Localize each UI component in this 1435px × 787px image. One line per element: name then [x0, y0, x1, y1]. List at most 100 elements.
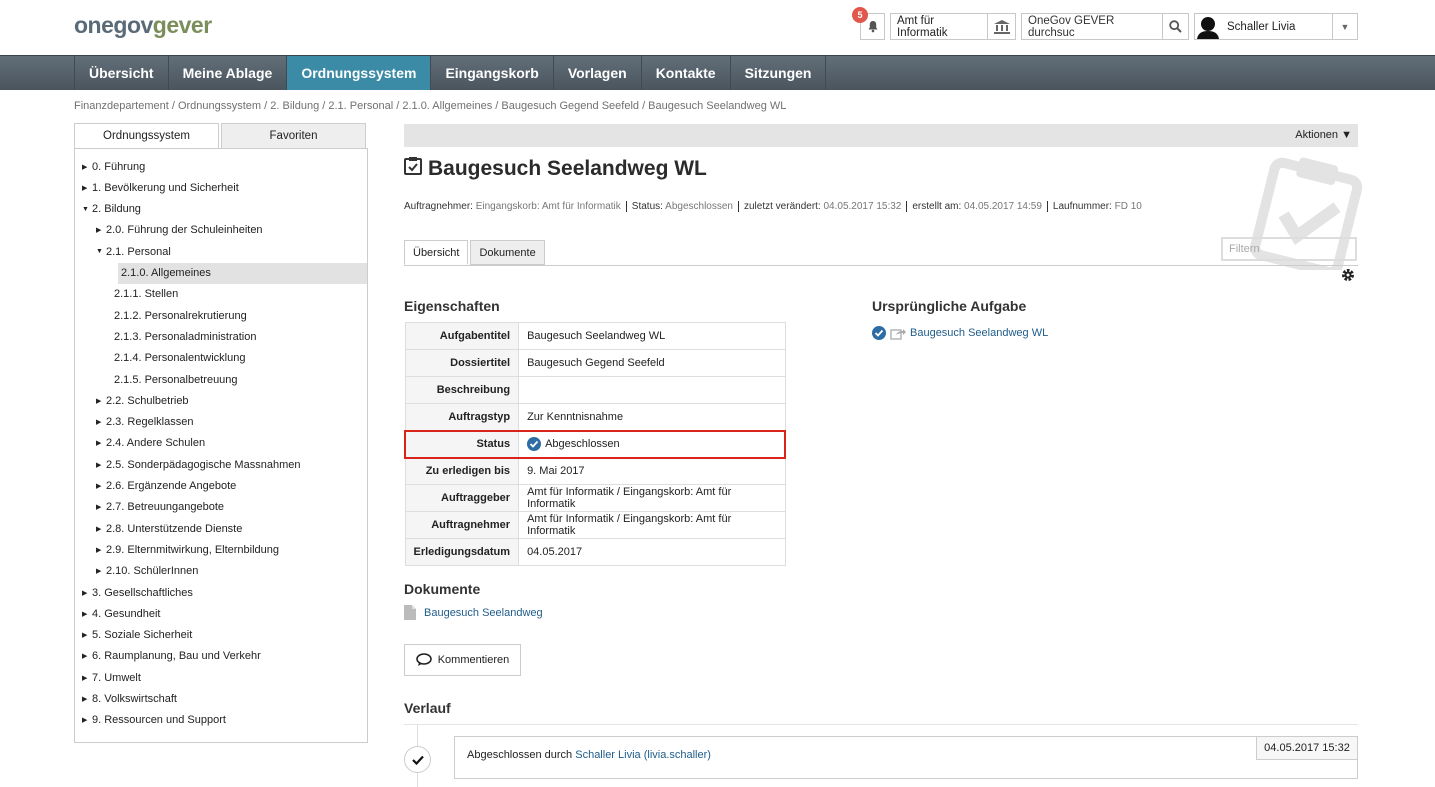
tree-node[interactable]: ▶ 6. Raumplanung, Bau und Verkehr	[82, 646, 261, 667]
tree-node[interactable]: ▶ 9. Ressourcen und Support	[82, 710, 226, 731]
actions-menu[interactable]: Aktionen ▼	[1295, 129, 1352, 141]
caret-right-icon[interactable]: ▶	[82, 163, 92, 171]
property-row: Aufgabentitel Baugesuch Seelandweg WL	[404, 322, 786, 350]
property-row: Dossiertitel Baugesuch Gegend Seefeld	[404, 349, 786, 377]
tree-node[interactable]: ▶ 2.9. Elternmitwirkung, Elternbildung	[96, 539, 279, 560]
tree-node[interactable]: 2.1.4. Personalentwicklung	[114, 348, 245, 369]
nav-item[interactable]: Vorlagen	[554, 56, 642, 90]
tree-node[interactable]: ▶ 2.6. Ergänzende Angebote	[96, 476, 236, 497]
property-key: Beschreibung	[404, 376, 520, 404]
properties-table: Aufgabentitel Baugesuch Seelandweg WL Doss…	[404, 322, 787, 566]
caret-right-icon[interactable]: ▶	[96, 439, 106, 447]
tab-favoriten[interactable]: Favoriten	[221, 123, 366, 149]
history-entry-text: Abgeschlossen durch Schaller Livia (livi…	[467, 749, 711, 761]
org-unit-selector[interactable]: Amt für Informatik	[890, 13, 1016, 40]
caret-down-icon[interactable]: ▼	[82, 206, 92, 213]
task-title: Baugesuch Seelandweg WL	[428, 156, 707, 180]
tree-node[interactable]: ▶ 7. Umwelt	[82, 667, 141, 688]
tree-node[interactable]: ▶ 2.3. Regelklassen	[96, 412, 193, 433]
tab-dokumente[interactable]: Dokumente	[470, 240, 545, 265]
caret-right-icon[interactable]: ▶	[96, 397, 106, 405]
tree-node[interactable]: 2.1.5. Personalbetreuung	[114, 369, 238, 390]
caret-right-icon[interactable]: ▶	[96, 461, 106, 469]
avatar	[1195, 14, 1221, 39]
history-user-link[interactable]: Schaller Livia (livia.schaller)	[575, 749, 711, 761]
tree-node[interactable]: ▶ 2.5. Sonderpädagogische Massnahmen	[96, 454, 300, 475]
property-key: Zu erledigen bis	[404, 457, 520, 485]
property-key: Auftragstyp	[404, 403, 520, 431]
tree-node[interactable]: 2.1.3. Personaladministration	[114, 326, 256, 347]
tab-uebersicht[interactable]: Übersicht	[404, 240, 469, 265]
tree-node[interactable]: ▶ 2.4. Andere Schulen	[96, 433, 205, 454]
caret-down-icon[interactable]: ▼	[96, 248, 106, 255]
caret-right-icon[interactable]: ▶	[82, 695, 92, 703]
document-link[interactable]: Baugesuch Seelandweg	[424, 607, 543, 619]
tree-node[interactable]: ▶ 3. Gesellschaftliches	[82, 582, 193, 603]
tree-node-label: 2.1.1. Stellen	[114, 288, 179, 301]
tab-ordnungssystem[interactable]: Ordnungssystem	[74, 123, 219, 149]
chevron-down-icon[interactable]: ▼	[1332, 14, 1357, 39]
search-input[interactable]: OneGov GEVER durchsuc	[1022, 15, 1162, 39]
history-heading: Verlauf	[404, 700, 451, 716]
comment-button[interactable]: Kommentieren	[404, 644, 521, 676]
gear-icon[interactable]	[1341, 268, 1355, 285]
caret-right-icon[interactable]: ▶	[96, 418, 106, 426]
caret-right-icon[interactable]: ▶	[96, 567, 106, 575]
nav-item[interactable]: Ordnungssystem	[287, 56, 432, 90]
nav-item[interactable]: Kontakte	[642, 56, 731, 90]
caret-right-icon[interactable]: ▶	[82, 184, 92, 192]
nav-item[interactable]: Sitzungen	[731, 56, 827, 90]
main-navigation: Übersicht Meine Ablage Ordnungssystem Einga…	[0, 55, 1435, 90]
tree-node[interactable]: ▼ 2. Bildung	[82, 199, 141, 220]
header: onegovgever 5 Amt für Informatik OneGov …	[0, 0, 1435, 55]
caret-right-icon[interactable]: ▶	[82, 610, 92, 618]
tree-node[interactable]: 2.1.0. Allgemeines	[118, 262, 367, 284]
tree-node-label: 2.6. Ergänzende Angebote	[106, 480, 237, 492]
caret-right-icon[interactable]: ▶	[82, 716, 92, 724]
search-box[interactable]: OneGov GEVER durchsuc	[1021, 13, 1189, 40]
tree-node[interactable]: 2.1.2. Personalrekrutierung	[114, 305, 247, 326]
tree-node[interactable]: ▶ 1. Bevölkerung und Sicherheit	[82, 177, 239, 198]
user-menu[interactable]: Schaller Livia ▼	[1194, 13, 1358, 40]
property-row: Beschreibung	[404, 376, 786, 404]
property-row: Auftraggeber Amt für Informatik / Eingang…	[404, 484, 786, 512]
search-icon[interactable]	[1162, 14, 1188, 39]
property-key: Dossiertitel	[404, 349, 520, 377]
breadcrumb[interactable]: Finanzdepartement / Ordnungssystem / 2. …	[74, 100, 786, 112]
comment-button-label: Kommentieren	[437, 654, 510, 666]
notifications-button[interactable]: 5	[852, 7, 885, 40]
caret-right-icon[interactable]: ▶	[82, 674, 92, 682]
caret-right-icon[interactable]: ▶	[96, 482, 106, 490]
document-icon	[404, 605, 416, 620]
tree-node[interactable]: ▶ 2.2. Schulbetrieb	[96, 390, 189, 411]
caret-right-icon[interactable]: ▶	[96, 503, 106, 511]
caret-right-icon[interactable]: ▶	[96, 546, 106, 554]
caret-right-icon[interactable]: ▶	[82, 652, 92, 660]
tree-node[interactable]: ▶ 0. Führung	[82, 156, 145, 177]
tree-node[interactable]: ▶ 8. Volkswirtschaft	[82, 689, 177, 710]
tree-node-label: 2.1.3. Personaladministration	[114, 330, 257, 343]
tree-node[interactable]: ▶ 4. Gesundheit	[82, 603, 161, 624]
nav-item[interactable]: Eingangskorb	[431, 56, 554, 90]
caret-right-icon[interactable]: ▶	[96, 226, 106, 234]
tree-node[interactable]: 2.1.1. Stellen	[114, 284, 178, 305]
original-task-link[interactable]: Baugesuch Seelandweg WL	[910, 327, 1048, 339]
properties-heading: Eigenschaften	[404, 298, 500, 314]
meta-item: Laufnummer: FD 10	[1046, 201, 1147, 212]
caret-right-icon[interactable]: ▶	[82, 589, 92, 597]
tree-node[interactable]: ▶ 2.8. Unterstützende Dienste	[96, 518, 242, 539]
tree-node[interactable]: ▼ 2.1. Personal	[96, 241, 171, 262]
caret-right-icon[interactable]: ▶	[96, 525, 106, 533]
nav-item[interactable]: Meine Ablage	[169, 56, 288, 90]
tree-node[interactable]: ▶ 2.0. Führung der Schuleinheiten	[96, 220, 263, 241]
tree-node-label: 2.8. Unterstützende Dienste	[106, 522, 243, 535]
filter-input[interactable]: Filtern	[1221, 237, 1357, 261]
property-key: Erledigungsdatum	[404, 538, 520, 566]
property-key: Status	[404, 429, 520, 459]
tree-node[interactable]: ▶ 2.10. SchülerInnen	[96, 561, 198, 582]
caret-right-icon[interactable]: ▶	[82, 631, 92, 639]
nav-item[interactable]: Übersicht	[74, 56, 169, 90]
tree-node[interactable]: ▶ 2.7. Betreuungangebote	[96, 497, 224, 518]
logo[interactable]: onegovgever	[74, 12, 212, 39]
tree-node[interactable]: ▶ 5. Soziale Sicherheit	[82, 625, 192, 646]
